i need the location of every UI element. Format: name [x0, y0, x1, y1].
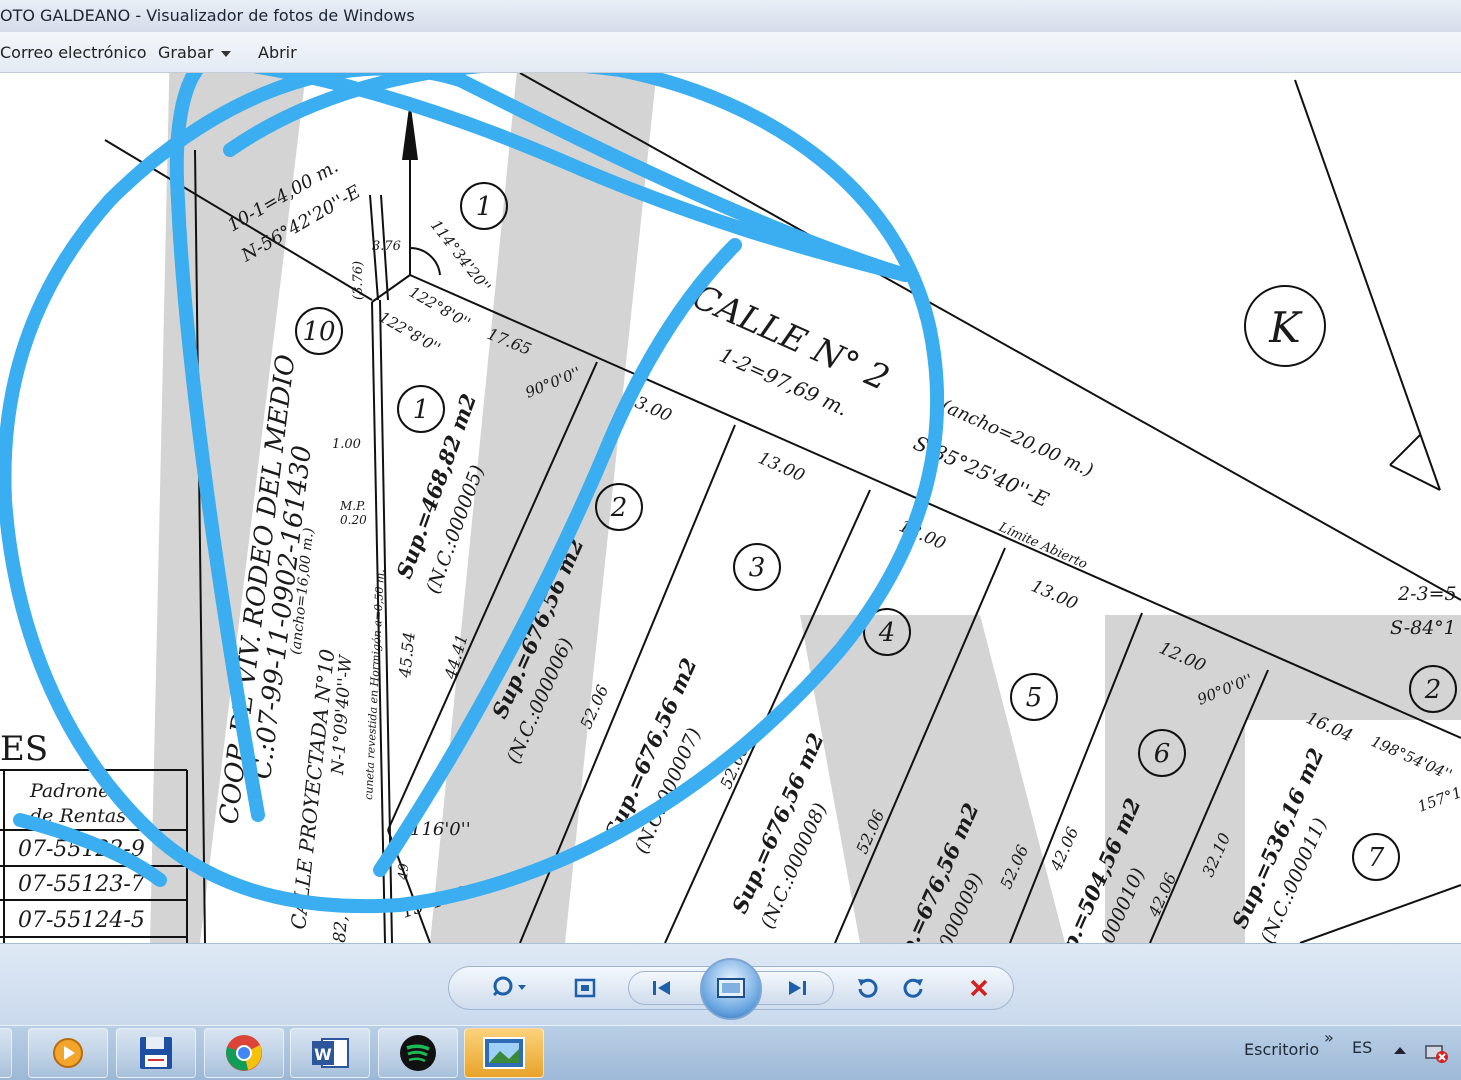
delete-button[interactable]	[962, 972, 996, 1004]
previous-icon	[653, 981, 670, 995]
angle-122b: 122°8'0''	[376, 308, 444, 357]
slideshow-button[interactable]	[700, 958, 762, 1020]
previous-button[interactable]	[645, 972, 679, 1004]
dim-13b: 13.00	[755, 448, 808, 486]
open-limit: Límite Abierto	[995, 520, 1089, 573]
dim-376p: (3.76)	[351, 261, 366, 300]
taskbar-item-media-player[interactable]	[28, 1028, 108, 1078]
rotate-left-button[interactable]	[850, 972, 884, 1004]
chevron-down-icon	[221, 50, 232, 57]
rotate-ccw-icon	[858, 978, 878, 998]
media-player-icon	[53, 1038, 83, 1068]
burn-menu[interactable]: Grabar	[158, 43, 232, 62]
taskbar-item-chrome[interactable]	[204, 1028, 284, 1078]
show-hidden-icons[interactable]	[1394, 1040, 1406, 1059]
offset-1: 1.00	[332, 437, 361, 452]
table-row: 07-55123-7	[18, 872, 145, 897]
rotate-cw-icon	[903, 978, 923, 998]
next-icon	[789, 981, 806, 995]
chevron-up-icon	[1394, 1047, 1406, 1054]
taskbar-item-word[interactable]: W	[290, 1028, 370, 1078]
zoom-button[interactable]	[482, 972, 538, 1004]
dim-4554: 45.54	[395, 631, 419, 680]
slideshow-icon	[717, 978, 745, 998]
circle-label: 2	[1424, 675, 1442, 705]
circle-label: 1	[476, 192, 493, 222]
sidewalk-label: cuneta revestida en Hormigón a=0,50 m.	[362, 569, 387, 800]
circle-label: K	[1268, 303, 1303, 352]
title-bar: OTO GALDEANO - Visualizador de fotos de …	[0, 0, 1461, 33]
circle-label: 6	[1154, 739, 1171, 769]
mp-label: M.P.	[339, 499, 366, 513]
rotate-right-button[interactable]	[897, 972, 931, 1004]
open-menu[interactable]: Abrir	[258, 43, 297, 62]
taskbar-item-folder[interactable]	[0, 1028, 12, 1078]
chrome-icon	[226, 1035, 262, 1071]
taskbar-item-photo-viewer[interactable]	[464, 1028, 544, 1078]
network-error-icon	[1425, 1045, 1448, 1063]
fit-window-icon	[574, 978, 596, 998]
mp-value: 0.20	[340, 513, 367, 527]
projected-street: CALLE PROYECTADA N°10	[286, 648, 339, 931]
viewer-controls	[0, 943, 1461, 1026]
photo-viewer-icon	[483, 1037, 525, 1069]
dim-376: 3.76	[372, 239, 401, 254]
language-indicator[interactable]: ES	[1352, 1038, 1372, 1057]
toolbar-chevron[interactable]: »	[1324, 1028, 1334, 1047]
dim-4206: 42.06	[1046, 824, 1082, 874]
side-23: 2-3=5	[1397, 583, 1457, 605]
table-heading: ES	[0, 729, 48, 769]
circle-label: 4	[878, 618, 896, 648]
circle-label: 2	[610, 493, 628, 523]
taskbar-item-save[interactable]	[116, 1028, 196, 1078]
zoom-icon	[492, 976, 526, 997]
circle-label: 1	[413, 395, 430, 425]
menu-bar: Correo electrónico Grabar Abrir	[0, 32, 1461, 73]
bearing-s84: S-84°1	[1390, 617, 1456, 639]
floppy-disk-icon	[140, 1037, 172, 1069]
taskbar-item-spotify[interactable]	[378, 1028, 458, 1078]
word-icon: W	[312, 1038, 349, 1068]
spotify-icon	[400, 1035, 436, 1071]
email-menu[interactable]: Correo electrónico	[0, 43, 147, 62]
delete-x-icon	[970, 979, 988, 997]
angle-157: 157°1	[1415, 783, 1461, 816]
table-row: 07-55124-5	[18, 908, 145, 933]
network-status[interactable]	[1424, 1042, 1450, 1068]
image-viewport: ES Padrones de Rentas 07-55122-9 07-5512…	[0, 73, 1461, 943]
next-button[interactable]	[780, 972, 814, 1004]
burn-menu-label: Grabar	[158, 43, 214, 62]
dim-49: 49	[396, 863, 412, 882]
svg-text:W: W	[314, 1045, 332, 1064]
desktop-toolbar-label[interactable]: Escritorio	[1244, 1040, 1319, 1059]
dim-82: 82,	[330, 915, 352, 943]
dim-13d: 13.00	[1028, 576, 1081, 614]
circle-label: 7	[1368, 843, 1385, 873]
circle-label: 3	[749, 553, 766, 583]
taskbar: W Escritorio » ES	[0, 1025, 1461, 1080]
angle-198: 198°54'04''	[1368, 732, 1455, 784]
circle-label: 10	[302, 317, 335, 347]
window-title: OTO GALDEANO - Visualizador de fotos de …	[0, 6, 415, 25]
circle-label: 5	[1026, 683, 1043, 713]
cadastral-plan-image: ES Padrones de Rentas 07-55122-9 07-5512…	[0, 73, 1461, 943]
actual-size-button[interactable]	[568, 972, 602, 1004]
